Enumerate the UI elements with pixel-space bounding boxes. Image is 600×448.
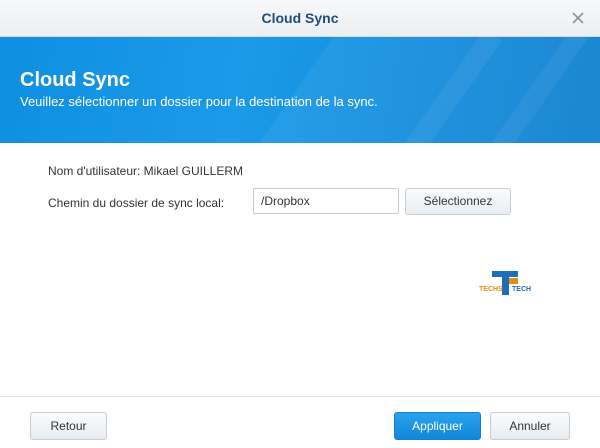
title-bar: Cloud Sync (0, 0, 600, 37)
banner-title: Cloud Sync (20, 69, 131, 91)
dialog-footer: Retour Appliquer Annuler (0, 396, 600, 448)
form-area: Nom d'utilisateur: Mikael GUILLERM Chemi… (0, 143, 600, 395)
back-button[interactable]: Retour (30, 412, 107, 440)
apply-button[interactable]: Appliquer (394, 412, 481, 440)
watermark-left-text: TECHS (479, 286, 503, 293)
cloud-sync-dialog: Cloud Sync Cloud Sync Veuillez sélection… (0, 0, 600, 448)
cancel-button[interactable]: Annuler (490, 412, 570, 440)
select-folder-button[interactable]: Sélectionnez (405, 188, 511, 215)
local-path-input[interactable] (253, 188, 399, 214)
logo-icon: TECHS TECH (478, 269, 536, 297)
username-label: Nom d'utilisateur: Mikael GUILLERM (48, 164, 244, 178)
watermark-right-text: TECH (512, 286, 531, 293)
header-banner: Cloud Sync Veuillez sélectionner un doss… (0, 37, 600, 143)
close-icon[interactable] (570, 10, 586, 26)
local-path-label: Chemin du dossier de sync local: (48, 196, 225, 210)
banner-subtitle: Veuillez sélectionner un dossier pour la… (20, 94, 378, 109)
window-title: Cloud Sync (261, 10, 339, 26)
